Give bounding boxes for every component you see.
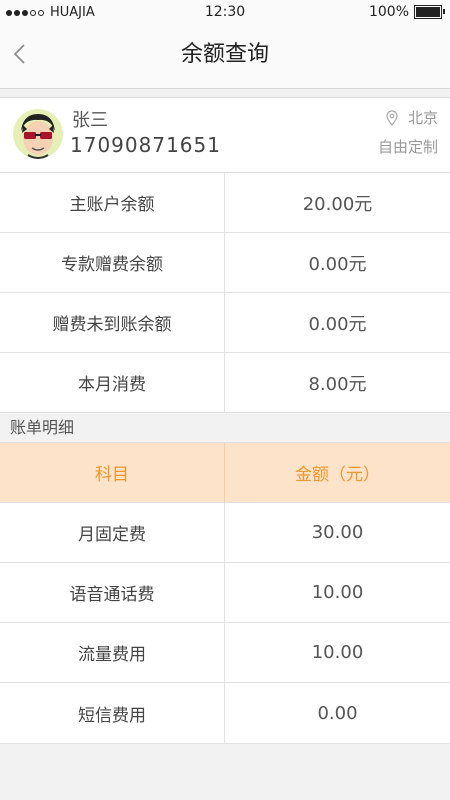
column-header-item: 科目 — [0, 443, 225, 502]
column-header-amount: 金额（元） — [295, 465, 380, 485]
location: 北京 — [386, 107, 438, 128]
table-row: 主账户余额 20.00元 — [0, 173, 450, 233]
bill-item: 月固定费 — [0, 503, 225, 562]
bill-detail-table: 科目 金额（元） 月固定费 30.00 语音通话费 10.00 流量费用 10.… — [0, 443, 450, 744]
section-title: 账单明细 — [0, 413, 450, 443]
table-row: 专款赠费余额 0.00元 — [0, 233, 450, 293]
status-bar: HUAJIA 12:30 100% — [0, 0, 450, 24]
balance-label: 专款赠费余额 — [0, 233, 225, 292]
bill-amount: 30.00 — [311, 522, 364, 543]
table-row: 流量费用 10.00 — [0, 623, 450, 683]
table-row: 短信费用 0.00 — [0, 683, 450, 743]
custom-plan-link[interactable]: 自由定制 — [378, 136, 438, 157]
battery-info: 100% — [368, 4, 445, 20]
balance-label: 赠费未到账余额 — [0, 293, 225, 352]
battery-percent: 100% — [368, 4, 409, 20]
location-pin-icon — [386, 109, 398, 126]
page-title: 余额查询 — [180, 42, 269, 67]
balance-label: 主账户余额 — [0, 173, 225, 232]
balance-value: 8.00元 — [308, 373, 367, 395]
user-profile-card: 张三 17090871651 北京 自由定制 — [0, 97, 450, 173]
balance-table: 主账户余额 20.00元 专款赠费余额 0.00元 赠费未到账余额 0.00元 … — [0, 173, 450, 413]
avatar — [13, 109, 63, 159]
balance-value: 0.00元 — [308, 313, 367, 335]
bill-amount: 10.00 — [311, 642, 364, 663]
balance-value: 20.00元 — [302, 193, 373, 215]
table-row: 月固定费 30.00 — [0, 503, 450, 563]
bill-item: 短信费用 — [0, 683, 225, 743]
table-row: 本月消费 8.00元 — [0, 353, 450, 413]
location-label: 北京 — [407, 109, 438, 127]
chevron-left-icon — [13, 44, 25, 64]
bill-amount: 0.00 — [317, 702, 358, 724]
table-row: 赠费未到账余额 0.00元 — [0, 293, 450, 353]
bill-item: 语音通话费 — [0, 563, 225, 622]
table-row: 语音通话费 10.00 — [0, 563, 450, 623]
back-button[interactable] — [4, 36, 40, 72]
battery-icon — [414, 5, 445, 19]
table-header: 科目 金额（元） — [0, 443, 450, 503]
user-phone: 17090871651 — [70, 133, 221, 157]
bill-item: 流量费用 — [0, 623, 225, 682]
balance-label: 本月消费 — [0, 353, 225, 412]
navigation-bar: 余额查询 — [0, 24, 450, 89]
balance-value: 0.00元 — [308, 253, 367, 275]
user-name: 张三 — [72, 110, 108, 131]
bill-amount: 10.00 — [311, 582, 364, 603]
